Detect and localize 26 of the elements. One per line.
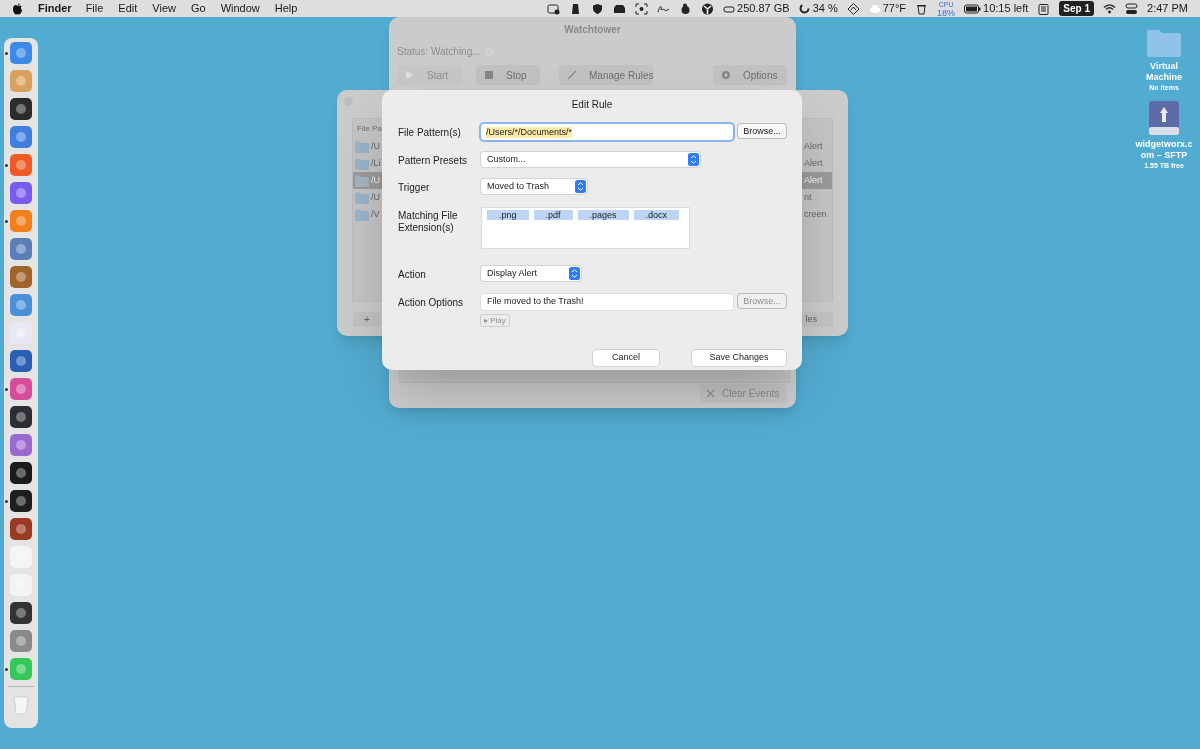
window-title: Watchtower (563, 23, 622, 37)
table-cell-text: creen (804, 208, 827, 221)
dialog-title: Edit Rule (570, 98, 614, 111)
table-cell-text: /U (371, 174, 380, 187)
table-cell-text: /V (371, 208, 380, 221)
cpu-value: 18% (937, 8, 956, 17)
table-cell-text: Alert (804, 140, 823, 153)
table-cell-text: Alert (804, 157, 823, 170)
date-badge: Sep 1 (1059, 1, 1095, 16)
status-text: Status: Watching... (397, 45, 481, 59)
table-cell-text: nt (804, 191, 812, 204)
clock: 2:47 PM (1147, 1, 1188, 17)
battery-time: 10:15 left (983, 1, 1029, 17)
field-label: Trigger (398, 181, 431, 194)
table-cell-text: /U (371, 140, 380, 153)
table-cell-text: /Li (371, 157, 381, 170)
percentage: 34 % (812, 1, 838, 17)
field-label: Action (398, 268, 427, 281)
disk-space: 250.87 GB (737, 1, 790, 17)
table-cell-text: /U (371, 191, 380, 204)
field-label: Pattern Presets (398, 154, 468, 167)
field-label: Matching File Extension(s) (398, 209, 458, 234)
temperature: 77°F (882, 1, 907, 17)
field-label: File Pattern(s) (398, 126, 462, 139)
field-label: Action Options (398, 296, 465, 309)
table-cell-text: Alert (804, 174, 823, 187)
